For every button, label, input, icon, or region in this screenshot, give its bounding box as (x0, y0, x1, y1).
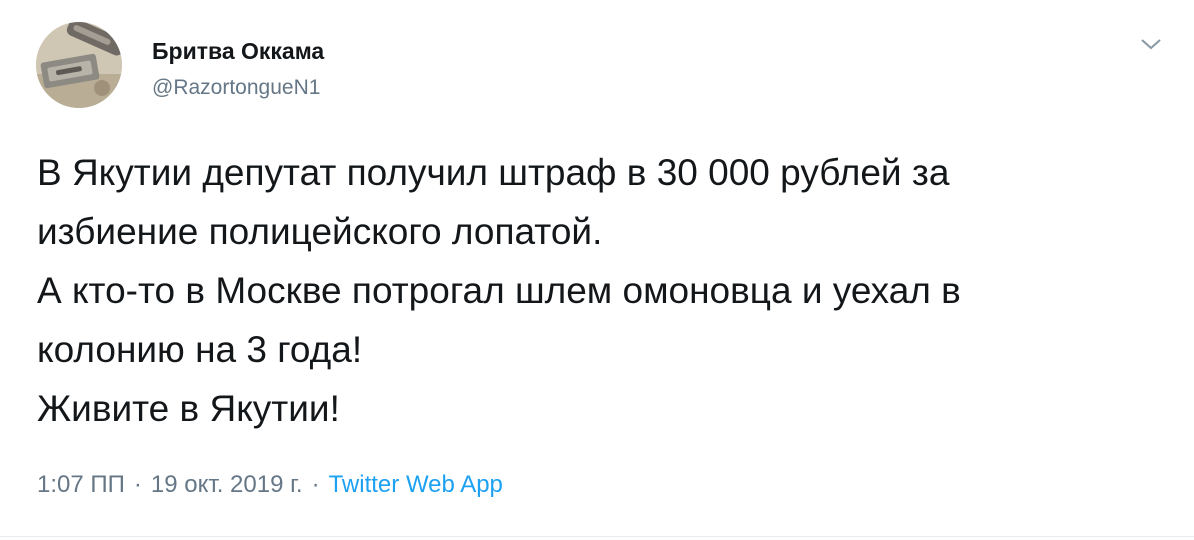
tweet-card: Бритва Оккама @RazortongueN1 В Якутии де… (0, 0, 1194, 540)
tweet-text-line: А кто-то в Москве потрогал шлем омоновца… (37, 270, 961, 311)
meta-separator: · (311, 471, 320, 498)
chevron-down-icon[interactable] (1138, 34, 1164, 54)
tweet-metadata: 1:07 ПП · 19 окт. 2019 г. · Twitter Web App (37, 471, 503, 499)
tweet-text-line: В Якутии депутат получил штраф в 30 000 … (37, 152, 950, 193)
divider (0, 536, 1194, 537)
display-name[interactable]: Бритва Оккама (152, 38, 324, 65)
razor-blade-avatar-icon (36, 22, 122, 108)
user-handle[interactable]: @RazortongueN1 (152, 76, 320, 100)
tweet-source-link[interactable]: Twitter Web App (329, 471, 503, 498)
tweet-text-line: колонию на 3 года! (37, 329, 363, 370)
tweet-time[interactable]: 1:07 ПП (37, 471, 125, 498)
tweet-text: В Якутии депутат получил штраф в 30 000 … (37, 143, 1167, 438)
avatar[interactable] (36, 22, 122, 108)
tweet-text-line: избиение полицейского лопатой. (37, 211, 603, 252)
tweet-text-line: Живите в Якутии! (37, 388, 340, 429)
tweet-date[interactable]: 19 окт. 2019 г. (151, 471, 303, 498)
meta-separator: · (133, 471, 142, 498)
